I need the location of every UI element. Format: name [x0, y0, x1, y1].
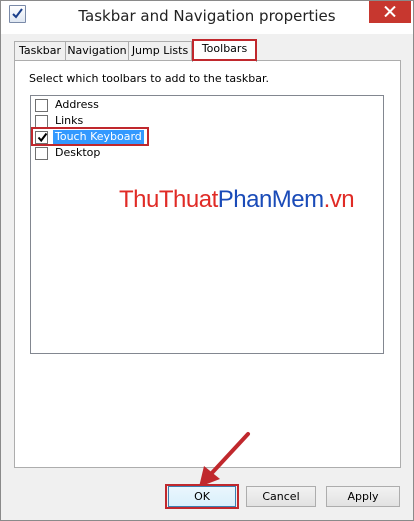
cancel-button[interactable]: Cancel: [246, 486, 316, 507]
close-icon: [384, 6, 396, 17]
toolbar-item-address[interactable]: Address: [35, 97, 235, 113]
tab-jump-lists[interactable]: Jump Lists: [128, 41, 192, 61]
tab-toolbars[interactable]: Toolbars: [192, 39, 257, 62]
toolbars-panel: Select which toolbars to add to the task…: [14, 60, 401, 468]
tab-navigation[interactable]: Navigation: [65, 41, 129, 61]
toolbar-list[interactable]: Address Links Touch Keyboard Desktop: [30, 95, 384, 354]
links-label: Links: [55, 114, 84, 127]
toolbar-item-touch-keyboard[interactable]: Touch Keyboard: [31, 127, 235, 146]
title-bar[interactable]: Taskbar and Navigation properties: [1, 1, 413, 34]
ok-button[interactable]: OK: [168, 486, 236, 507]
toolbar-item-links[interactable]: Links: [35, 113, 235, 129]
window-title: Taskbar and Navigation properties: [78, 7, 336, 25]
desktop-label: Desktop: [55, 146, 101, 159]
properties-dialog: Taskbar and Navigation properties Taskba…: [0, 0, 414, 521]
tab-taskbar[interactable]: Taskbar: [14, 41, 66, 61]
links-checkbox[interactable]: [35, 115, 48, 128]
toolbar-item-desktop[interactable]: Desktop: [35, 145, 235, 161]
address-checkbox[interactable]: [35, 99, 48, 112]
apply-button[interactable]: Apply: [326, 486, 400, 507]
instruction-text: Select which toolbars to add to the task…: [29, 72, 269, 85]
touch-keyboard-checkbox[interactable]: [35, 131, 48, 144]
annotation-arrow-icon: [199, 432, 250, 487]
address-label: Address: [55, 98, 99, 111]
touch-keyboard-label: Touch Keyboard: [53, 130, 144, 144]
desktop-checkbox[interactable]: [35, 147, 48, 160]
checkmark-icon: [37, 132, 48, 143]
watermark-logo: ThuThuatPhanMem.vn: [119, 186, 355, 213]
close-button[interactable]: [369, 1, 411, 23]
